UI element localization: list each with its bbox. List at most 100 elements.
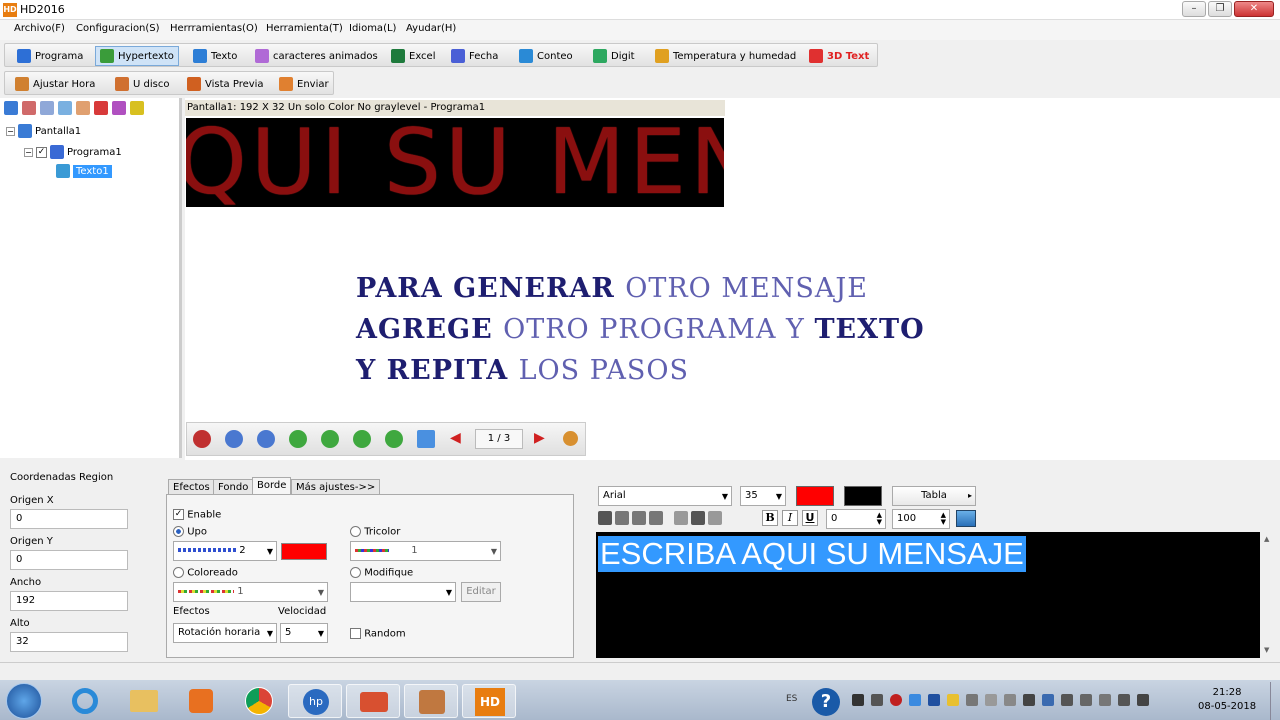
- tree-item-texto1[interactable]: Texto1: [56, 164, 112, 178]
- sync-icon[interactable]: [1061, 694, 1073, 706]
- align-right-icon[interactable]: [632, 511, 646, 525]
- device-icon[interactable]: [985, 694, 997, 706]
- volume-icon[interactable]: [1137, 694, 1149, 706]
- move-up-icon[interactable]: [353, 430, 371, 448]
- help-icon[interactable]: ?: [812, 688, 840, 716]
- align-left-icon[interactable]: [598, 511, 612, 525]
- valign-bottom-icon[interactable]: [708, 511, 722, 525]
- conteo-button[interactable]: Conteo: [515, 46, 577, 66]
- note-icon[interactable]: [947, 694, 959, 706]
- pause-icon[interactable]: [193, 430, 211, 448]
- taskbar-clock[interactable]: 21:28 08-05-2018: [1198, 686, 1256, 714]
- 3d-text-button[interactable]: 3D Text: [805, 46, 873, 66]
- search-tray-icon[interactable]: [1042, 694, 1054, 706]
- move-left-icon[interactable]: [289, 430, 307, 448]
- mail-icon[interactable]: [76, 101, 90, 115]
- origin-x-input[interactable]: 0: [10, 509, 128, 529]
- next-page-icon[interactable]: ▶: [534, 430, 545, 446]
- enviar-button[interactable]: Enviar: [275, 74, 333, 94]
- program-checkbox[interactable]: ✓: [36, 146, 47, 158]
- efectos-select[interactable]: Rotación horaria ▼: [173, 623, 277, 643]
- scroll-down-icon[interactable]: ▼: [1264, 646, 1269, 654]
- taskbar-explorer[interactable]: [116, 684, 170, 718]
- tree-item-programa1[interactable]: − ✓ Programa1: [24, 145, 122, 159]
- taskbar-hp[interactable]: hp: [288, 684, 342, 718]
- taskbar-ie[interactable]: [58, 684, 112, 718]
- modifique-select[interactable]: ▼: [350, 582, 456, 602]
- valign-top-icon[interactable]: [674, 511, 688, 525]
- delete-icon[interactable]: [94, 101, 108, 115]
- font-size-select[interactable]: 35 ▼: [740, 486, 786, 506]
- editor-scrollbar[interactable]: ▲ ▼: [1262, 532, 1274, 658]
- align-center-icon[interactable]: [615, 511, 629, 525]
- close-button[interactable]: ✕: [1234, 1, 1274, 17]
- char-spacing-input[interactable]: 0 ▲ ▼: [826, 509, 886, 529]
- enable-checkbox[interactable]: ✓ Enable: [173, 509, 221, 521]
- square-icon[interactable]: [871, 694, 883, 706]
- menu-ayudar[interactable]: Ayudar(H): [406, 23, 456, 34]
- valign-middle-icon[interactable]: [691, 511, 705, 525]
- digit-button[interactable]: Digit: [589, 46, 639, 66]
- led-screen-preview[interactable]: QUI SU MENSA: [186, 118, 724, 207]
- collapse-icon[interactable]: −: [24, 147, 33, 157]
- tricolor-radio[interactable]: Tricolor: [350, 526, 400, 538]
- taskbar-media[interactable]: [174, 684, 228, 718]
- power-icon[interactable]: [1099, 694, 1111, 706]
- tricolor-select[interactable]: 1 ▼: [350, 541, 501, 561]
- check-icon[interactable]: [112, 101, 126, 115]
- move-down-icon[interactable]: [385, 430, 403, 448]
- scroll-up-icon[interactable]: ▲: [1264, 535, 1269, 543]
- menu-herrramientas[interactable]: Herrramientas(O): [170, 23, 258, 34]
- menu-archivo[interactable]: Archivo(F): [14, 23, 65, 34]
- height-input[interactable]: 32: [10, 632, 128, 652]
- move-right-icon[interactable]: [321, 430, 339, 448]
- coloreado-radio[interactable]: Coloreado: [173, 567, 238, 579]
- add-program-icon[interactable]: [22, 101, 36, 115]
- zoom-out-icon[interactable]: [257, 430, 275, 448]
- tree-item-pantalla1[interactable]: − Pantalla1: [6, 124, 81, 138]
- coloreado-select[interactable]: 1 ▼: [173, 582, 328, 602]
- tray-icon[interactable]: [1004, 694, 1016, 706]
- text-color-swatch[interactable]: [796, 486, 834, 506]
- background-color-swatch[interactable]: [844, 486, 882, 506]
- u-disco-button[interactable]: U disco: [111, 74, 173, 94]
- collapse-icon[interactable]: −: [6, 126, 15, 136]
- network-icon[interactable]: [1023, 694, 1035, 706]
- menu-configuracion[interactable]: Configuracion(S): [76, 23, 160, 34]
- font-select[interactable]: Arial ▼: [598, 486, 732, 506]
- italic-button[interactable]: I: [782, 510, 798, 526]
- tabla-button[interactable]: Tabla ▸: [892, 486, 976, 506]
- paste-icon[interactable]: [58, 101, 72, 115]
- programa-button[interactable]: Programa: [13, 46, 87, 66]
- bold-button[interactable]: B: [762, 510, 778, 526]
- border-color-swatch[interactable]: [281, 543, 327, 560]
- center-icon[interactable]: [417, 430, 435, 448]
- hypertexto-button[interactable]: Hypertexto: [95, 46, 179, 66]
- velocidad-select[interactable]: 5 ▼: [280, 623, 328, 643]
- flag-icon[interactable]: [966, 694, 978, 706]
- excel-button[interactable]: Excel: [387, 46, 440, 66]
- prev-page-icon[interactable]: ◀: [450, 430, 461, 446]
- vista-previa-button[interactable]: Vista Previa: [183, 74, 268, 94]
- minimize-button[interactable]: –: [1182, 1, 1206, 17]
- scale-input[interactable]: 100 ▲ ▼: [892, 509, 950, 529]
- search-icon[interactable]: [130, 101, 144, 115]
- taskbar-chrome[interactable]: [232, 684, 286, 718]
- signal-icon[interactable]: [1118, 694, 1130, 706]
- taskbar-app3[interactable]: [404, 684, 458, 718]
- snowflake-icon[interactable]: [909, 694, 921, 706]
- upo-radio[interactable]: Upo: [173, 526, 207, 538]
- record-icon[interactable]: [890, 694, 902, 706]
- bluetooth-icon[interactable]: [928, 694, 940, 706]
- ajustar-hora-button[interactable]: Ajustar Hora: [11, 74, 99, 94]
- caracteres-animados-button[interactable]: caracteres animados: [251, 46, 382, 66]
- taskbar-hd2016[interactable]: HD: [462, 684, 516, 718]
- menu-idioma[interactable]: Idioma(L): [349, 23, 396, 34]
- tools-icon[interactable]: [1080, 694, 1092, 706]
- fecha-button[interactable]: Fecha: [447, 46, 502, 66]
- underline-button[interactable]: U: [802, 510, 818, 526]
- image-icon[interactable]: [956, 510, 976, 527]
- language-indicator[interactable]: ES: [786, 694, 797, 704]
- taskbar-app2[interactable]: [346, 684, 400, 718]
- copy-icon[interactable]: [40, 101, 54, 115]
